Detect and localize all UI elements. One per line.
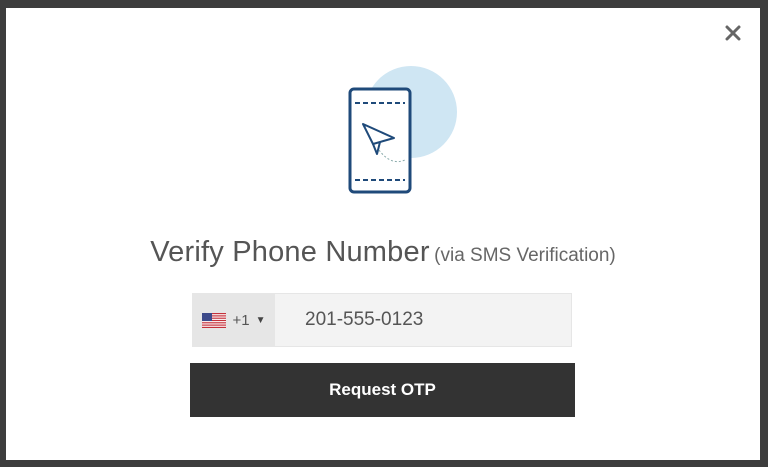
modal-title-sub: (via SMS Verification) — [434, 245, 616, 266]
modal-title-main: Verify Phone Number — [150, 236, 430, 268]
phone-send-illustration — [339, 62, 459, 202]
request-otp-button[interactable]: Request OTP — [190, 363, 575, 417]
close-button[interactable] — [722, 22, 744, 44]
country-code-dropdown[interactable]: +1 ▼ — [193, 294, 275, 346]
country-code-label: +1 — [232, 311, 250, 329]
close-icon — [725, 25, 741, 41]
verify-phone-modal: Verify Phone Number (via SMS Verificatio… — [6, 8, 760, 460]
caret-down-icon: ▼ — [255, 314, 266, 326]
phone-number-input[interactable] — [275, 294, 571, 346]
modal-title: Verify Phone Number (via SMS Verificatio… — [6, 236, 760, 269]
phone-number-field: +1 ▼ — [192, 293, 572, 347]
us-flag-icon — [202, 312, 227, 328]
